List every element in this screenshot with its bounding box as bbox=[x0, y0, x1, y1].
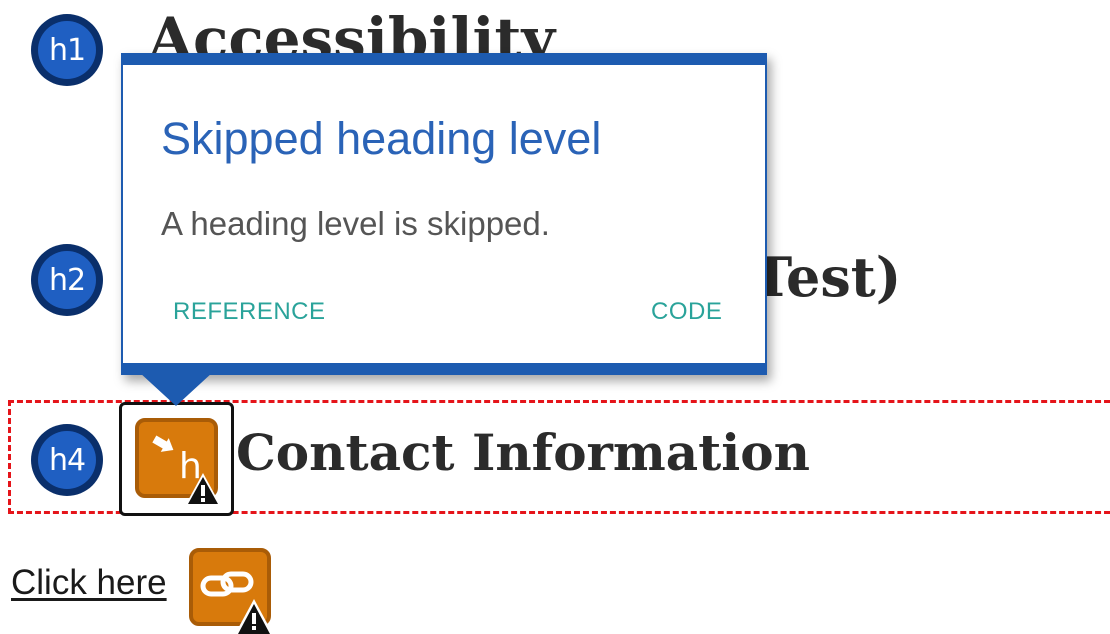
code-link[interactable]: CODE bbox=[651, 298, 722, 326]
click-here-link[interactable]: Click here bbox=[11, 563, 167, 603]
h4-badge[interactable]: h4 bbox=[31, 424, 103, 496]
h1-badge-label: h1 bbox=[38, 21, 96, 79]
h1-badge[interactable]: h1 bbox=[31, 14, 103, 86]
popover-description: A heading level is skipped. bbox=[161, 205, 550, 242]
skipped-heading-issue-button[interactable]: h bbox=[119, 402, 234, 516]
warning-triangle-icon bbox=[235, 599, 273, 634]
heading-contact-information: Contact Information bbox=[236, 423, 810, 482]
issue-popover: Skipped heading level A heading level is… bbox=[121, 53, 767, 375]
heading-h2-fragment: Test) bbox=[752, 245, 902, 309]
h4-badge-label: h4 bbox=[38, 431, 96, 489]
h2-badge-label: h2 bbox=[38, 251, 96, 309]
h2-badge[interactable]: h2 bbox=[31, 244, 103, 316]
page: h1 Accessibility h2 Test) h4 h Contact I… bbox=[0, 0, 1110, 634]
warning-triangle-icon bbox=[185, 473, 221, 506]
popover-title: Skipped heading level bbox=[161, 113, 602, 164]
popover-arrow bbox=[139, 372, 213, 406]
reference-link[interactable]: REFERENCE bbox=[173, 298, 326, 326]
